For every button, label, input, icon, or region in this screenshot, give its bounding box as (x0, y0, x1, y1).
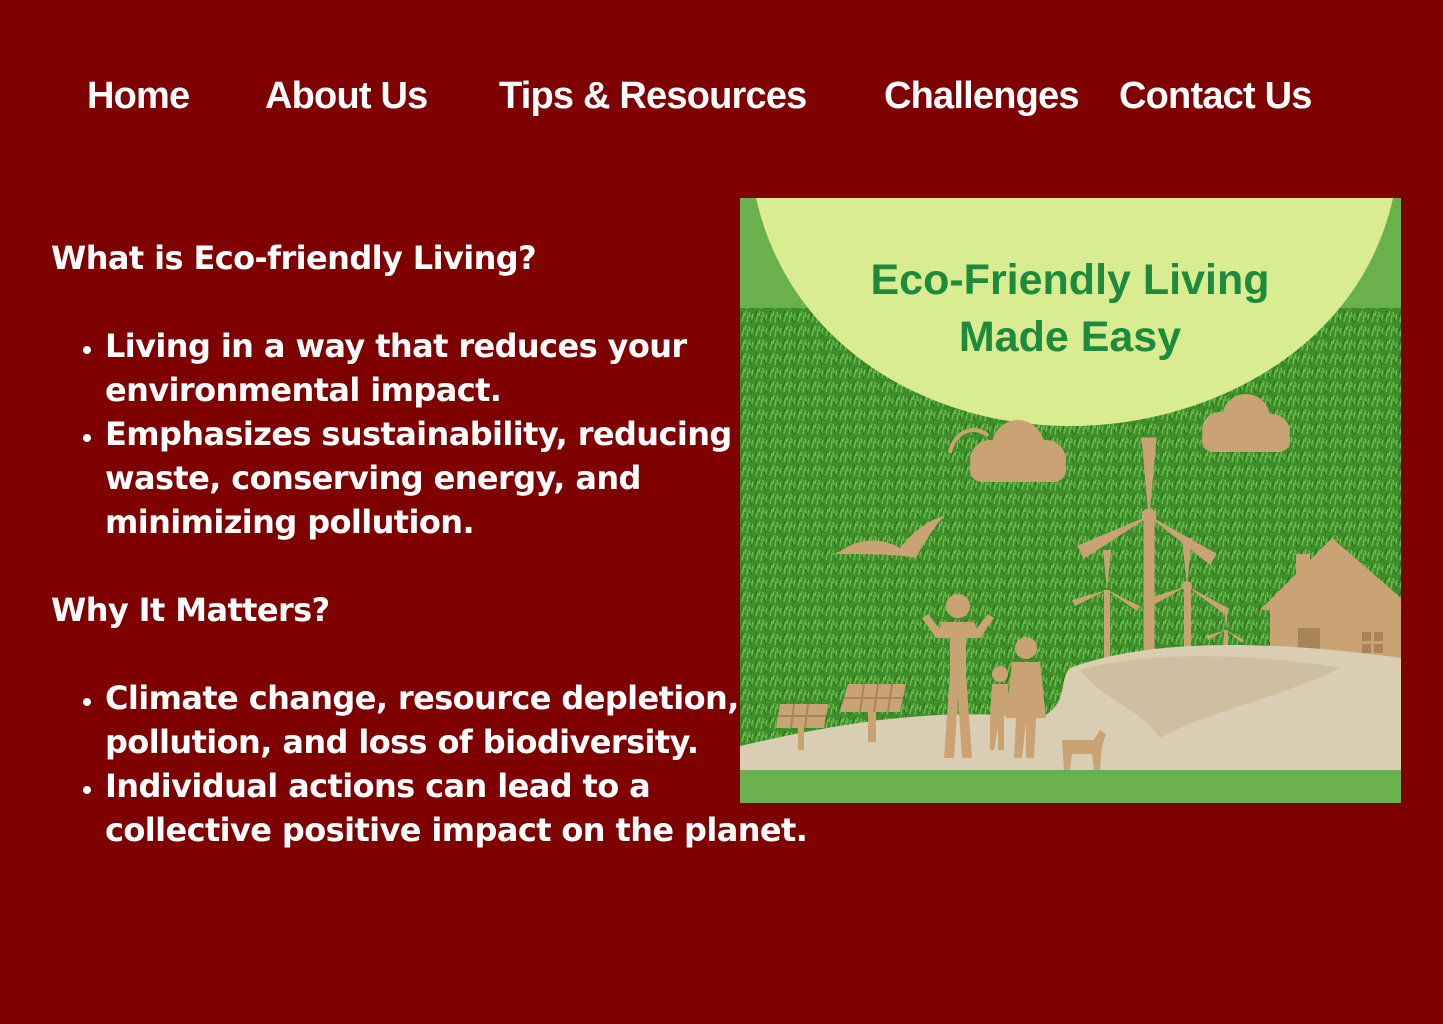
main-nav: Home About Us Tips & Resources Challenge… (0, 72, 1443, 122)
nav-home[interactable]: Home (87, 72, 190, 120)
list-item: Individual actions can lead to a collect… (105, 764, 811, 852)
nav-about-us[interactable]: About Us (265, 72, 428, 120)
list-item: Climate change, resource depletion, poll… (105, 676, 811, 764)
hero-image: Eco-Friendly Living Made Easy (740, 198, 1401, 803)
section-heading-what-is: What is Eco-friendly Living? (51, 239, 537, 277)
nav-tips-resources[interactable]: Tips & Resources (499, 72, 807, 120)
what-is-list: Living in a way that reduces your enviro… (51, 324, 811, 544)
hero-title-line1: Eco-Friendly Living (871, 256, 1270, 304)
list-item: Emphasizes sustainability, reducing wast… (105, 412, 811, 544)
eco-illustration: Eco-Friendly Living Made Easy (740, 198, 1401, 803)
intro-content: What is Eco-friendly Living? Living in a… (51, 236, 811, 896)
list-item: Living in a way that reduces your enviro… (105, 324, 811, 412)
hero-title-line2: Made Easy (959, 313, 1181, 361)
nav-contact-us[interactable]: Contact Us (1119, 72, 1312, 120)
section-heading-why-it-matters: Why It Matters? (51, 591, 330, 629)
nav-challenges[interactable]: Challenges (884, 72, 1080, 120)
why-it-matters-list: Climate change, resource depletion, poll… (51, 676, 811, 852)
